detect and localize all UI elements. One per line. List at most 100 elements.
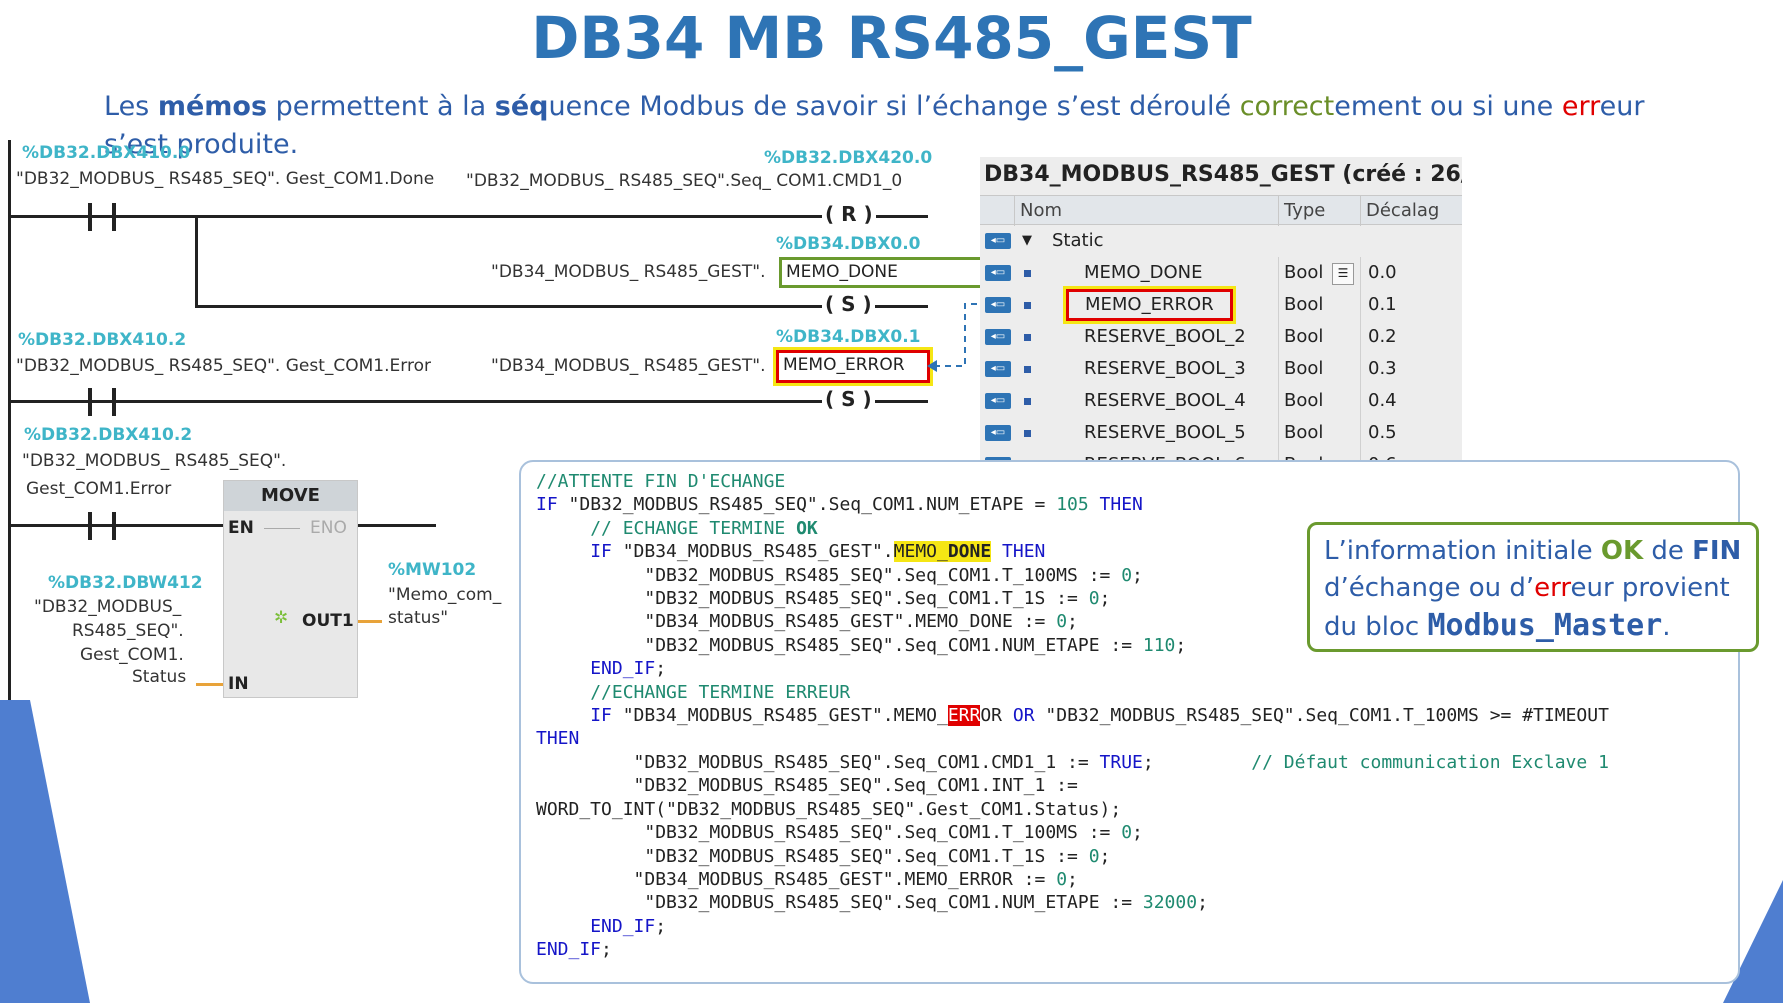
- row-offset: 0.3: [1368, 358, 1397, 379]
- row-name: MEMO_DONE: [1084, 262, 1203, 283]
- db-row-icon: ◂▭: [985, 233, 1011, 249]
- bool-marker-icon: [1024, 366, 1031, 373]
- power-rail: [8, 140, 11, 700]
- row-type: Bool: [1284, 294, 1324, 315]
- move-pin-out1: OUT1: [302, 611, 354, 631]
- column-divider: [1360, 289, 1361, 321]
- move-out-tag-2: status": [388, 608, 449, 628]
- rung2-coil-set[interactable]: ( S ): [822, 387, 875, 411]
- table-row[interactable]: ◂▭ RESERVE_BOOL_5 Bool 0.5: [980, 417, 1462, 449]
- rung1-coil-reset[interactable]: ( R ): [822, 202, 876, 226]
- rung2-contact-right: [112, 388, 116, 416]
- rung1-coil-s-tag: "DB34_MODBUS_ RS485_GEST".: [491, 262, 766, 282]
- table-row-static[interactable]: ◂▭ ▼ Static: [980, 225, 1462, 257]
- move-in-tag-1: "DB32_MODBUS_: [34, 597, 182, 617]
- expand-arrow-icon[interactable]: ▼: [1022, 225, 1032, 257]
- move-in-tag-3: Gest_COM1.: [80, 645, 184, 665]
- column-divider: [1360, 417, 1361, 449]
- db-table-title: DB34_MODBUS_RS485_GEST (créé : 26/05: [984, 162, 1462, 187]
- table-row[interactable]: ◂▭ MEMO_ERROR Bool 0.1: [980, 286, 1462, 324]
- bool-marker-icon: [1024, 398, 1031, 405]
- rung2-coil-address: %DB34.DBX0.1: [776, 327, 921, 347]
- rung1-coil-r-address: %DB32.DBX420.0: [764, 148, 933, 168]
- db-row-icon: ◂▭: [985, 329, 1011, 345]
- rung3-contact-address: %DB32.DBX410.2: [24, 425, 193, 445]
- row-offset: 0.1: [1368, 294, 1397, 315]
- move-in-address: %DB32.DBW412: [48, 573, 203, 593]
- move-block[interactable]: MOVE EN ENO ✲ OUT1 IN: [223, 480, 358, 698]
- column-divider: [1360, 257, 1361, 289]
- rung1-contact[interactable]: [88, 203, 92, 231]
- en-eno-line: [264, 528, 300, 529]
- row-type: Bool: [1284, 390, 1324, 411]
- column-divider: [1360, 353, 1361, 385]
- row-type: Bool: [1284, 326, 1324, 347]
- column-divider: [1278, 321, 1279, 353]
- move-pin-en: EN: [228, 518, 254, 538]
- move-in-tag-2: RS485_SEQ".: [72, 621, 184, 641]
- rung1-wire: [8, 215, 928, 218]
- row-type: Bool: [1284, 358, 1324, 379]
- info-callout: L’information initiale OK de FIN d’échan…: [1307, 522, 1759, 652]
- page-title: DB34 MB RS485_GEST: [531, 4, 1252, 72]
- move-block-title: MOVE: [224, 481, 357, 511]
- bool-marker-icon: [1024, 334, 1031, 341]
- memo-error-box[interactable]: MEMO_ERROR: [773, 347, 933, 386]
- column-divider: [1278, 289, 1279, 321]
- column-divider: [1360, 321, 1361, 353]
- db-row-icon: ◂▭: [985, 297, 1011, 313]
- bool-marker-icon: [1024, 270, 1031, 277]
- code-line: //ATTENTE FIN D'ECHANGE: [536, 471, 786, 492]
- column-divider: [1278, 257, 1279, 289]
- col-type[interactable]: Type: [1278, 196, 1360, 226]
- bool-marker-icon: [1024, 302, 1031, 309]
- column-divider: [1360, 385, 1361, 417]
- rung2-coil-tag: "DB34_MODBUS_ RS485_GEST".: [491, 356, 766, 376]
- db-table-header: Nom Type Décalag: [980, 195, 1462, 226]
- table-row[interactable]: ◂▭ RESERVE_BOOL_2 Bool 0.2: [980, 321, 1462, 353]
- col-nom[interactable]: Nom: [1014, 196, 1278, 226]
- move-in-tag-4: Status: [132, 667, 187, 687]
- memo-done-highlight: MEMO_DONE: [893, 541, 992, 563]
- move-out-tag-1: "Memo_com_: [388, 585, 502, 605]
- rung1-contact-address: %DB32.DBX410.0: [22, 143, 191, 163]
- table-row[interactable]: ◂▭ RESERVE_BOOL_3 Bool 0.3: [980, 353, 1462, 385]
- move-pin-eno: ENO: [310, 518, 347, 538]
- row-name: RESERVE_BOOL_5: [1084, 422, 1246, 443]
- rung3-contact-tag-1: "DB32_MODBUS_ RS485_SEQ".: [22, 451, 287, 471]
- col-decalage[interactable]: Décalag: [1360, 196, 1462, 226]
- db-row-icon: ◂▭: [985, 361, 1011, 377]
- rung2-wire: [8, 400, 928, 403]
- table-row[interactable]: ◂▭ RESERVE_BOOL_4 Bool 0.4: [980, 385, 1462, 417]
- row-offset: 0.4: [1368, 390, 1397, 411]
- column-divider: [1278, 353, 1279, 385]
- rung3-contact-tag-2: Gest_COM1.Error: [26, 479, 172, 499]
- rung3-contact[interactable]: [88, 512, 92, 540]
- rung2-contact-address: %DB32.DBX410.2: [18, 330, 187, 350]
- row-type: Bool: [1284, 262, 1324, 283]
- move-out-wire: [358, 620, 382, 623]
- column-divider: [1278, 417, 1279, 449]
- rung1-branch-wire: [195, 305, 928, 308]
- rung1-coil-set[interactable]: ( S ): [822, 292, 875, 316]
- rung1-coil-r-tag: "DB32_MODBUS_ RS485_SEQ".Seq_ COM1.CMD1_…: [466, 171, 903, 191]
- row-offset: 0.0: [1368, 262, 1397, 283]
- row-name: RESERVE_BOOL_2: [1084, 326, 1246, 347]
- move-in-wire: [196, 683, 223, 686]
- table-row[interactable]: ◂▭ MEMO_DONE Bool ☰ 0.0: [980, 257, 1462, 289]
- row-type: Bool: [1284, 422, 1324, 443]
- rung2-contact-tag: "DB32_MODBUS_ RS485_SEQ". Gest_COM1.Erro…: [16, 356, 431, 376]
- move-eno-wire: [358, 524, 436, 527]
- rung1-branch: [195, 215, 198, 308]
- row-name: RESERVE_BOOL_4: [1084, 390, 1246, 411]
- db34-table: DB34_MODBUS_RS485_GEST (créé : 26/05 Nom…: [980, 157, 1462, 463]
- rung2-contact[interactable]: [88, 388, 92, 416]
- bool-marker-icon: [1024, 430, 1031, 437]
- rung1-contact-tag: "DB32_MODBUS_ RS485_SEQ". Gest_COM1.Done: [16, 169, 435, 189]
- memo-error-highlight: ERR: [947, 705, 981, 727]
- decorative-corner-left: [0, 700, 90, 1003]
- rung1-contact-right: [112, 203, 116, 231]
- row-offset: 0.2: [1368, 326, 1397, 347]
- db-row-icon: ◂▭: [985, 425, 1011, 441]
- list-icon[interactable]: ☰: [1332, 263, 1354, 285]
